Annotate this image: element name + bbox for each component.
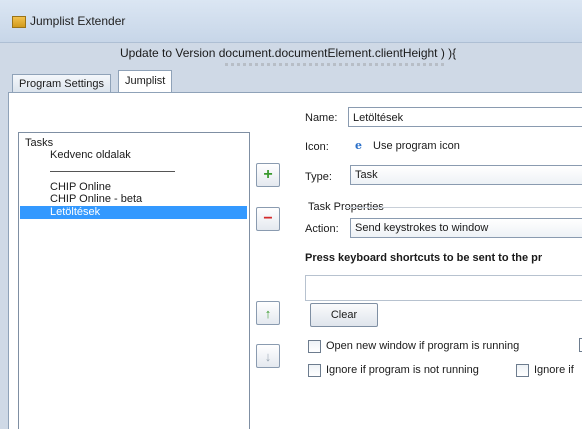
plus-icon: + bbox=[263, 166, 273, 183]
list-separator bbox=[50, 171, 175, 172]
update-banner-underline bbox=[225, 63, 445, 66]
tab-jumplist[interactable]: Jumplist bbox=[118, 70, 173, 94]
tasks-listbox[interactable]: Tasks Kedvenc oldalak CHIP Online CHIP O… bbox=[18, 132, 250, 429]
icon-value: Use program icon bbox=[373, 140, 460, 152]
type-select[interactable]: Task bbox=[350, 165, 582, 185]
action-select[interactable]: Send keystrokes to window bbox=[350, 218, 582, 238]
ignore-not-running-checkbox[interactable] bbox=[308, 364, 321, 377]
list-item[interactable]: CHIP Online bbox=[50, 181, 111, 193]
open-new-window-checkbox[interactable] bbox=[308, 340, 321, 353]
update-banner[interactable]: Update to Version document.documentEleme… bbox=[120, 46, 456, 60]
add-item-button[interactable]: + bbox=[256, 163, 280, 187]
icon-picker[interactable]: e Use program icon bbox=[355, 139, 460, 152]
arrow-down-icon: ↓ bbox=[264, 348, 272, 364]
action-label: Action: bbox=[305, 223, 339, 235]
title-bar: Jumplist Extender bbox=[0, 0, 582, 43]
press-shortcuts-heading: Press keyboard shortcuts to be sent to t… bbox=[305, 252, 543, 264]
list-item-tasks-header[interactable]: Tasks bbox=[25, 137, 53, 149]
tab-label: Jumplist bbox=[125, 75, 166, 87]
open-new-window-label: Open new window if program is running bbox=[326, 340, 520, 352]
move-up-button[interactable]: ↑ bbox=[256, 301, 280, 325]
name-label: Name: bbox=[305, 112, 338, 124]
icon-label: Icon: bbox=[305, 141, 329, 153]
move-down-button[interactable]: ↓ bbox=[256, 344, 280, 368]
type-label: Type: bbox=[305, 171, 332, 183]
ignore-not-running-label: Ignore if program is not running bbox=[326, 364, 479, 376]
window-title: Jumplist Extender bbox=[30, 14, 126, 28]
ignore-if-label: Ignore if bbox=[534, 364, 574, 376]
minus-icon: − bbox=[263, 210, 273, 227]
ignore-if-checkbox[interactable] bbox=[516, 364, 529, 377]
tab-program-settings[interactable]: Program Settings bbox=[12, 74, 111, 93]
list-item[interactable]: CHIP Online - beta bbox=[50, 193, 142, 205]
clear-button[interactable]: Clear bbox=[310, 303, 378, 327]
remove-item-button[interactable]: − bbox=[256, 207, 280, 231]
list-item-selected[interactable]: Letöltések bbox=[20, 206, 247, 219]
keystroke-input[interactable] bbox=[305, 275, 582, 301]
arrow-up-icon: ↑ bbox=[264, 305, 272, 321]
app-icon bbox=[12, 16, 26, 28]
ie-icon: e bbox=[355, 139, 362, 152]
task-properties-divider bbox=[345, 207, 582, 208]
tab-label: Program Settings bbox=[19, 78, 104, 90]
list-item[interactable]: Kedvenc oldalak bbox=[50, 149, 131, 161]
name-field[interactable]: Letöltések bbox=[348, 107, 582, 127]
